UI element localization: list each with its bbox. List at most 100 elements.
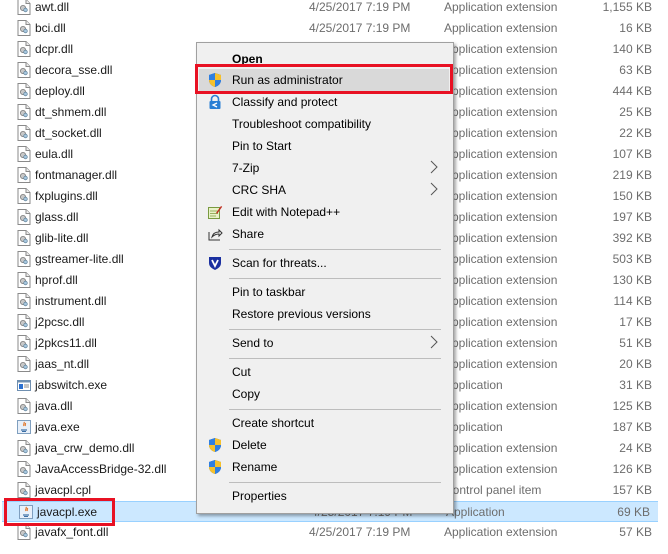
dll-file-icon bbox=[17, 272, 31, 288]
file-name: fxplugins.dll bbox=[35, 189, 98, 203]
file-type: Application extension bbox=[444, 462, 558, 476]
dll-file-icon bbox=[17, 188, 31, 204]
file-name: dt_socket.dll bbox=[35, 126, 102, 140]
menu-item-classify-and-protect[interactable]: Classify and protect bbox=[199, 91, 449, 113]
menu-item-pin-to-start[interactable]: Pin to Start bbox=[199, 135, 449, 157]
menu-separator bbox=[229, 249, 441, 250]
uac-shield-icon bbox=[207, 72, 223, 88]
file-type: Application extension bbox=[444, 252, 558, 266]
menu-item-label: Pin to Start bbox=[232, 139, 292, 153]
file-name: glib-lite.dll bbox=[35, 231, 89, 245]
file-size: 150 KB bbox=[612, 189, 652, 203]
file-type: Application extension bbox=[444, 147, 558, 161]
file-type: Application extension bbox=[444, 21, 558, 35]
menu-item-troubleshoot-compatibility[interactable]: Troubleshoot compatibility bbox=[199, 113, 449, 135]
file-size: 140 KB bbox=[612, 42, 652, 56]
dll-file-icon bbox=[17, 0, 31, 15]
menu-item-edit-with-notepad[interactable]: Edit with Notepad++ bbox=[199, 201, 449, 223]
file-size: 31 KB bbox=[619, 378, 652, 392]
menu-item-create-shortcut[interactable]: Create shortcut bbox=[199, 412, 449, 434]
menu-item-label: Send to bbox=[232, 336, 274, 350]
file-type: Application extension bbox=[444, 126, 558, 140]
file-type: Application extension bbox=[444, 63, 558, 77]
file-name: java_crw_demo.dll bbox=[35, 441, 135, 455]
file-type: Application extension bbox=[444, 105, 558, 119]
menu-item-cut[interactable]: Cut bbox=[199, 361, 449, 383]
file-name: gstreamer-lite.dll bbox=[35, 252, 124, 266]
file-type: Application extension bbox=[444, 210, 558, 224]
file-row[interactable]: awt.dll 4/25/2017 7:19 PM Application exte… bbox=[0, 0, 660, 18]
menu-item-label: Troubleshoot compatibility bbox=[232, 117, 371, 131]
file-size: 444 KB bbox=[612, 84, 652, 98]
dll-file-icon bbox=[17, 83, 31, 99]
file-size: 17 KB bbox=[619, 315, 652, 329]
file-size: 392 KB bbox=[612, 231, 652, 245]
menu-item-crc-sha[interactable]: CRC SHA bbox=[199, 179, 449, 201]
dll-file-icon bbox=[17, 62, 31, 78]
exe-window-icon bbox=[17, 377, 31, 393]
file-type: Application extension bbox=[444, 399, 558, 413]
file-row[interactable]: javafx_font.dll 4/25/2017 7:19 PM Applicat… bbox=[0, 522, 660, 543]
dll-file-icon bbox=[17, 104, 31, 120]
share-icon bbox=[207, 226, 223, 242]
file-size: 503 KB bbox=[612, 252, 652, 266]
file-name: eula.dll bbox=[35, 147, 74, 161]
file-type: Application extension bbox=[444, 0, 558, 14]
menu-item-label: Classify and protect bbox=[232, 95, 338, 109]
menu-item-rename[interactable]: Rename bbox=[199, 456, 449, 478]
file-name: j2pcsc.dll bbox=[35, 315, 85, 329]
file-type: Application extension bbox=[444, 84, 558, 98]
file-size: 157 KB bbox=[612, 483, 652, 497]
file-name: bci.dll bbox=[35, 21, 66, 35]
menu-item-label: CRC SHA bbox=[232, 183, 287, 197]
file-size: 114 KB bbox=[613, 294, 652, 308]
context-menu: Open Run as administrator Classify and pro… bbox=[196, 42, 454, 514]
file-type: Application extension bbox=[444, 231, 558, 245]
menu-item-properties[interactable]: Properties bbox=[199, 485, 449, 507]
menu-item-pin-to-taskbar[interactable]: Pin to taskbar bbox=[199, 281, 449, 303]
dll-file-icon bbox=[17, 524, 31, 540]
menu-item-run-as-administrator[interactable]: Run as administrator bbox=[199, 69, 449, 91]
dll-file-icon bbox=[17, 356, 31, 372]
menu-item-7-zip[interactable]: 7-Zip bbox=[199, 157, 449, 179]
menu-separator bbox=[229, 329, 441, 330]
file-name: javafx_font.dll bbox=[35, 525, 109, 539]
file-size: 25 KB bbox=[619, 105, 652, 119]
file-date: 4/25/2017 7:19 PM bbox=[309, 0, 411, 14]
file-size: 197 KB bbox=[612, 210, 652, 224]
menu-item-scan-for-threats[interactable]: Scan for threats... bbox=[199, 252, 449, 274]
antivirus-shield-icon bbox=[207, 255, 223, 271]
dll-file-icon bbox=[17, 230, 31, 246]
file-row[interactable]: bci.dll 4/25/2017 7:19 PM Application exte… bbox=[0, 18, 660, 39]
menu-separator bbox=[229, 409, 441, 410]
file-size: 187 KB bbox=[612, 420, 652, 434]
menu-item-open[interactable]: Open bbox=[199, 48, 449, 70]
dll-file-icon bbox=[17, 314, 31, 330]
menu-item-label: Open bbox=[232, 52, 263, 66]
menu-item-share[interactable]: Share bbox=[199, 223, 449, 245]
menu-item-send-to[interactable]: Send to bbox=[199, 332, 449, 354]
file-name: hprof.dll bbox=[35, 273, 78, 287]
file-type: Application extension bbox=[444, 294, 558, 308]
file-type: Application extension bbox=[444, 441, 558, 455]
menu-item-label: Pin to taskbar bbox=[232, 285, 306, 299]
chevron-right-icon bbox=[429, 182, 439, 196]
file-size: 24 KB bbox=[619, 441, 652, 455]
java-icon bbox=[17, 419, 31, 435]
menu-item-copy[interactable]: Copy bbox=[199, 383, 449, 405]
menu-item-label: Properties bbox=[232, 489, 287, 503]
dll-file-icon bbox=[17, 167, 31, 183]
dll-file-icon bbox=[17, 41, 31, 57]
file-name: JavaAccessBridge-32.dll bbox=[35, 462, 167, 476]
file-type: Application extension bbox=[444, 42, 558, 56]
menu-separator bbox=[229, 358, 441, 359]
file-type: Application extension bbox=[444, 357, 558, 371]
file-size: 126 KB bbox=[612, 462, 652, 476]
menu-item-label: Create shortcut bbox=[232, 416, 315, 430]
file-size: 57 KB bbox=[619, 525, 652, 539]
menu-item-restore-previous-versions[interactable]: Restore previous versions bbox=[199, 303, 449, 325]
classify-protect-icon bbox=[207, 94, 223, 110]
file-size: 125 KB bbox=[612, 399, 652, 413]
file-size: 16 KB bbox=[619, 21, 652, 35]
menu-item-delete[interactable]: Delete bbox=[199, 434, 449, 456]
